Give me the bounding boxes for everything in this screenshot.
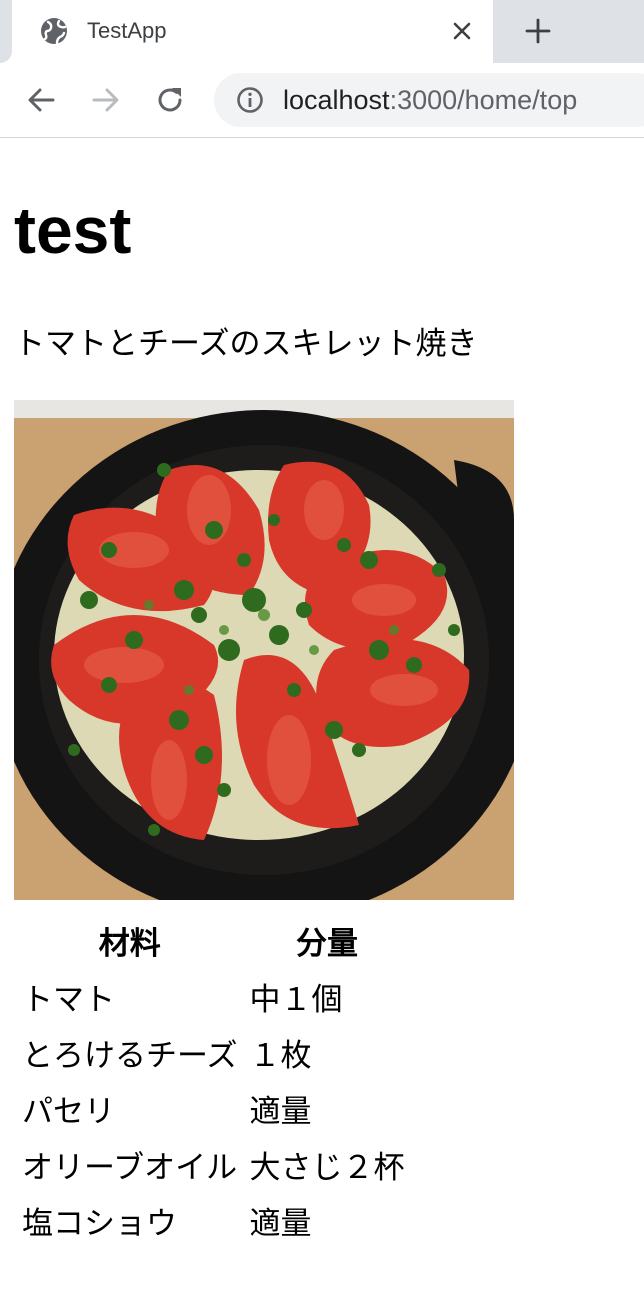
info-icon[interactable]: [236, 86, 264, 114]
table-row: オリーブオイル 大さじ２杯: [18, 1136, 408, 1192]
table-row: 塩コショウ 適量: [18, 1192, 408, 1248]
recipe-photo: [14, 400, 514, 900]
amount-cell: 大さじ２杯: [249, 1149, 405, 1186]
amount-cell: 適量: [249, 1205, 312, 1242]
table-header-row: 材料 分量: [18, 912, 408, 968]
ingredients-table: 材料 分量 トマト 中１個 とろけるチーズ １枚 パセリ 適量 オリーブオイル …: [14, 912, 412, 1248]
ingredient-cell: トマト: [22, 981, 115, 1018]
table-row: とろけるチーズ １枚: [18, 1024, 408, 1080]
table-row: トマト 中１個: [18, 968, 408, 1024]
browser-tab[interactable]: [12, 0, 493, 63]
amount-cell: 適量: [249, 1093, 312, 1130]
ingredient-cell: オリーブオイル: [22, 1149, 238, 1186]
tab-left-edge: [0, 0, 12, 63]
ingredient-cell: パセリ: [22, 1093, 115, 1130]
url-path: :3000/home/top: [389, 85, 578, 115]
column-header-amount: 分量: [295, 925, 358, 962]
address-bar[interactable]: localhost:3000/home/top: [214, 73, 644, 127]
url-text[interactable]: localhost:3000/home/top: [283, 84, 577, 116]
ingredient-cell: 塩コショウ: [22, 1205, 177, 1242]
globe-icon: [41, 18, 67, 45]
close-icon[interactable]: [446, 15, 478, 47]
url-host: localhost: [283, 85, 390, 115]
reload-icon[interactable]: [151, 81, 189, 119]
arrow-left-icon[interactable]: [22, 81, 60, 119]
table-row: パセリ 適量: [18, 1080, 408, 1136]
plus-icon[interactable]: [520, 13, 556, 49]
amount-cell: 中１個: [249, 981, 343, 1018]
ingredient-cell: とろけるチーズ: [22, 1037, 238, 1074]
tab-strip: TestApp: [0, 0, 644, 63]
amount-cell: １枚: [249, 1037, 312, 1074]
browser-toolbar: localhost:3000/home/top: [0, 63, 644, 138]
arrow-right-icon[interactable]: [87, 81, 125, 119]
column-header-ingredient: 材料: [98, 925, 161, 962]
tab-title: TestApp: [87, 18, 167, 43]
recipe-image: [14, 400, 514, 900]
recipe-subtitle: トマトとチーズのスキレット焼き: [14, 326, 478, 362]
page-title: test: [14, 193, 132, 267]
